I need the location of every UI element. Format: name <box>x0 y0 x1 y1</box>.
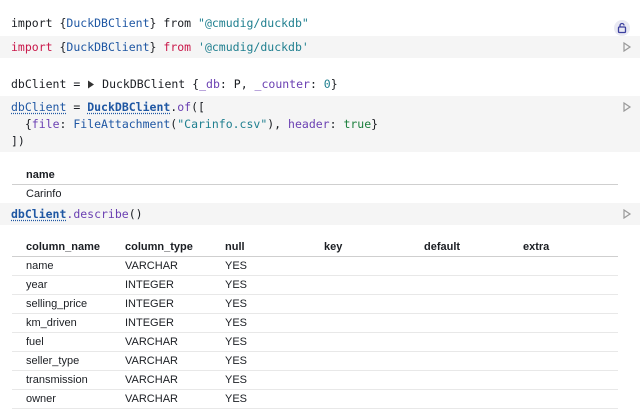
table-cell: YES <box>225 279 248 291</box>
table-cell: YES <box>225 317 248 329</box>
table-row: transmission VARCHAR YES <box>12 371 618 390</box>
table-cell: YES <box>225 374 248 386</box>
table-cell: Carinfo <box>26 188 62 200</box>
table-cell: INTEGER <box>125 317 174 329</box>
table-row: selling_price INTEGER YES <box>12 295 618 314</box>
code-line-3[interactable]: ]) <box>11 134 25 148</box>
table-cell: VARCHAR <box>125 355 178 367</box>
table-header-row: name <box>12 166 618 185</box>
column-header-null[interactable]: null <box>225 241 245 253</box>
table-row: km_driven INTEGER YES <box>12 314 618 333</box>
cell3-code[interactable]: dbClient.describe() <box>0 203 640 225</box>
column-header-column-type[interactable]: column_type <box>125 241 193 253</box>
tables-table: name Carinfo <box>12 166 618 203</box>
table-cell: year <box>26 279 48 291</box>
table-row: year INTEGER YES <box>12 276 618 295</box>
table-cell: transmission <box>26 374 88 386</box>
describe-table: column_name column_type null key default… <box>12 238 618 409</box>
table-cell: YES <box>225 393 248 405</box>
table-cell: name <box>26 260 54 272</box>
table-row: fuel VARCHAR YES <box>12 333 618 352</box>
cell2-output: dbClient = DuckDBClient {_db: P, _counte… <box>0 72 640 96</box>
column-header-column-name[interactable]: column_name <box>26 241 100 253</box>
table-row: name VARCHAR YES <box>12 257 618 276</box>
cell2-code[interactable]: dbClient = DuckDBClient.of([ {file: File… <box>0 96 640 152</box>
table-row: Carinfo <box>12 185 618 203</box>
code-line-1[interactable]: dbClient = DuckDBClient.of([ <box>11 100 205 114</box>
table-cell: VARCHAR <box>125 260 178 272</box>
code-line-2[interactable]: {file: FileAttachment("Carinfo.csv"), he… <box>11 117 378 131</box>
table-cell: YES <box>225 336 248 348</box>
table-cell: owner <box>26 393 56 405</box>
run-cell-icon[interactable] <box>622 209 632 219</box>
describe-code-line[interactable]: dbClient.describe() <box>11 207 143 221</box>
column-header-extra[interactable]: extra <box>523 241 549 253</box>
column-header-default[interactable]: default <box>424 241 460 253</box>
table-cell: YES <box>225 355 248 367</box>
table-cell: YES <box>225 298 248 310</box>
table-cell: km_driven <box>26 317 77 329</box>
column-header-key[interactable]: key <box>324 241 342 253</box>
table-cell: fuel <box>26 336 44 348</box>
table-cell: VARCHAR <box>125 393 178 405</box>
table-cell: VARCHAR <box>125 374 178 386</box>
run-cell-icon[interactable] <box>622 42 632 52</box>
table-header-row: column_name column_type null key default… <box>12 238 618 257</box>
cell1-output: import {DuckDBClient} from "@cmudig/duck… <box>0 6 640 36</box>
table-cell: selling_price <box>26 298 88 310</box>
import-code-line[interactable]: import {DuckDBClient} from '@cmudig/duck… <box>11 40 309 54</box>
table-cell: YES <box>225 260 248 272</box>
table-cell: VARCHAR <box>125 336 178 348</box>
run-cell-icon[interactable] <box>622 102 632 112</box>
table-cell: seller_type <box>26 355 80 367</box>
lock-icon[interactable] <box>614 20 630 36</box>
table-cell: INTEGER <box>125 298 174 310</box>
import-output-line: import {DuckDBClient} from "@cmudig/duck… <box>11 16 309 30</box>
dbclient-output-line: dbClient = DuckDBClient {_db: P, _counte… <box>11 77 338 91</box>
column-header: name <box>26 169 55 181</box>
expand-caret-icon[interactable] <box>87 80 95 89</box>
cell1-code[interactable]: import {DuckDBClient} from '@cmudig/duck… <box>0 36 640 58</box>
table-row: seller_type VARCHAR YES <box>12 352 618 371</box>
table-cell: INTEGER <box>125 279 174 291</box>
